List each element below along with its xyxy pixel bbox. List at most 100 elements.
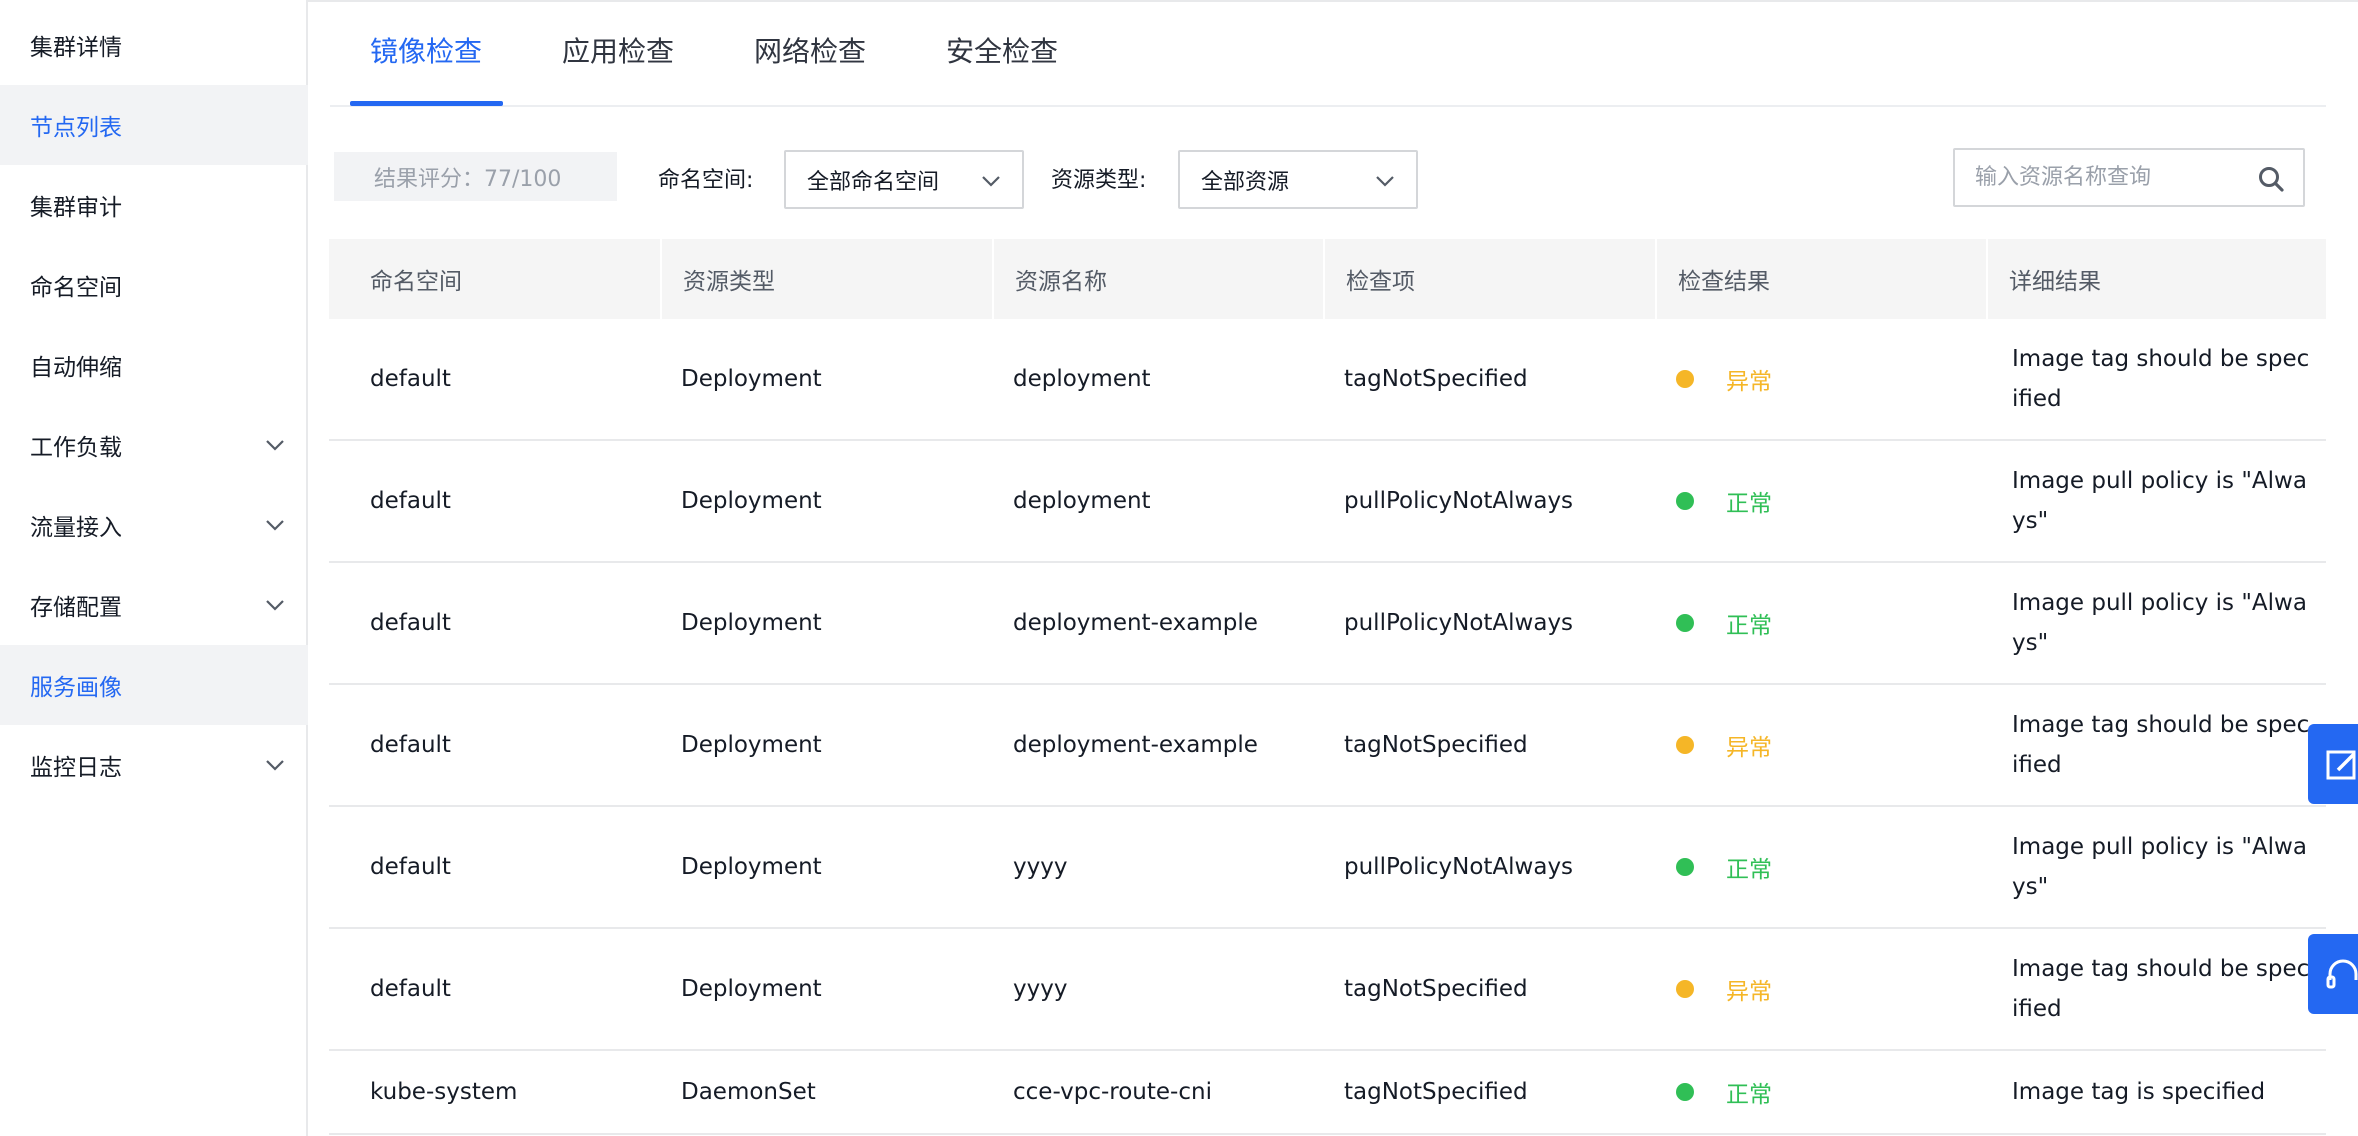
tab-image-check[interactable]: 镜像检查 bbox=[370, 30, 482, 70]
chevron-down-icon bbox=[264, 434, 286, 456]
table-row: default Deployment deployment tagNotSpecifi… bbox=[329, 319, 2326, 441]
namespace-select[interactable]: 全部命名空间 bbox=[784, 150, 1024, 209]
cell-detail: Image pull policy is "Always" bbox=[2012, 468, 2307, 534]
cell-check-result: 正常 bbox=[1676, 441, 1772, 561]
table-row: default Deployment yyyy pullPolicyNotAlways… bbox=[329, 807, 2326, 929]
chevron-down-icon bbox=[980, 170, 1002, 192]
cell-detail: Image tag should be specified bbox=[2012, 712, 2310, 778]
sidebar-item-label: 集群详情 bbox=[30, 35, 122, 61]
sidebar-item[interactable]: 存储配置 bbox=[0, 565, 308, 645]
cell-resource-name: deployment bbox=[1013, 366, 1151, 392]
feedback-button[interactable] bbox=[2308, 724, 2358, 804]
status-dot-icon bbox=[1676, 492, 1694, 510]
sidebar-item[interactable]: 命名空间 bbox=[0, 245, 308, 325]
status-dot-icon bbox=[1676, 370, 1694, 388]
check-tabs: 镜像检查 应用检查 网络检查 安全检查 bbox=[330, 0, 2326, 107]
sidebar-item-label: 监控日志 bbox=[30, 755, 122, 781]
cell-resource-type: Deployment bbox=[681, 610, 822, 636]
sidebar-item-label: 命名空间 bbox=[30, 275, 122, 301]
cell-check-result: 异常 bbox=[1676, 929, 1772, 1049]
status-badge: 异常 bbox=[1676, 972, 1772, 1006]
cell-resource-name: yyyy bbox=[1013, 976, 1068, 1002]
search-icon[interactable] bbox=[2257, 165, 2285, 193]
cell-resource-name: yyyy bbox=[1013, 854, 1068, 880]
status-text: 异常 bbox=[1726, 369, 1772, 395]
status-text: 正常 bbox=[1726, 613, 1772, 639]
cell-check-result: 异常 bbox=[1676, 319, 1772, 439]
sidebar-item[interactable]: 自动伸缩 bbox=[0, 325, 308, 405]
support-button[interactable] bbox=[2308, 934, 2358, 1014]
table-header: 命名空间 资源类型 资源名称 检查项 检查结果 详细结果 bbox=[329, 239, 2326, 319]
status-badge: 正常 bbox=[1676, 606, 1772, 640]
cell-resource-name: deployment bbox=[1013, 488, 1151, 514]
cell-detail: Image tag should be specified bbox=[2012, 956, 2310, 1022]
table-row: default Deployment deployment-example pullP… bbox=[329, 563, 2326, 685]
resource-search bbox=[1953, 148, 2305, 207]
status-badge: 正常 bbox=[1676, 1075, 1772, 1109]
cell-detail: Image tag is specified bbox=[2012, 1079, 2266, 1105]
active-tab-indicator bbox=[350, 101, 503, 106]
cell-namespace: default bbox=[370, 366, 451, 392]
cell-detail: Image tag should be specified bbox=[2012, 346, 2310, 412]
column-divider bbox=[1986, 239, 1988, 319]
column-header-check-item: 检查项 bbox=[1346, 269, 1415, 295]
resource-type-select[interactable]: 全部资源 bbox=[1178, 150, 1418, 209]
status-dot-icon bbox=[1676, 614, 1694, 632]
edit-icon bbox=[2326, 750, 2356, 780]
namespace-select-value: 全部命名空间 bbox=[807, 169, 940, 195]
status-dot-icon bbox=[1676, 858, 1694, 876]
sidebar-item-label: 存储配置 bbox=[30, 595, 122, 621]
cell-resource-type: Deployment bbox=[681, 732, 822, 758]
status-badge: 正常 bbox=[1676, 484, 1772, 518]
resource-type-filter-label: 资源类型: bbox=[1051, 168, 1147, 193]
cell-check-item: tagNotSpecified bbox=[1344, 1079, 1528, 1105]
resource-type-select-value: 全部资源 bbox=[1201, 169, 1290, 195]
cell-check-item: pullPolicyNotAlways bbox=[1344, 854, 1574, 880]
cell-resource-type: Deployment bbox=[681, 488, 822, 514]
table-row: kube-system DaemonSet cce-vpc-route-cni tag… bbox=[329, 1051, 2326, 1135]
cell-resource-type: Deployment bbox=[681, 854, 822, 880]
cell-check-item: tagNotSpecified bbox=[1344, 976, 1528, 1002]
cell-resource-name: deployment-example bbox=[1013, 732, 1258, 758]
cell-resource-name: deployment-example bbox=[1013, 610, 1258, 636]
cell-check-result: 正常 bbox=[1676, 563, 1772, 683]
chevron-down-icon bbox=[264, 754, 286, 776]
column-divider bbox=[660, 239, 662, 319]
cell-resource-type: DaemonSet bbox=[681, 1079, 816, 1105]
status-text: 正常 bbox=[1726, 857, 1772, 883]
sidebar-item-label: 节点列表 bbox=[30, 115, 122, 141]
status-text: 异常 bbox=[1726, 979, 1772, 1005]
sidebar-item[interactable]: 流量接入 bbox=[0, 485, 308, 565]
tab-network-check[interactable]: 网络检查 bbox=[754, 30, 866, 70]
sidebar-item[interactable]: 集群审计 bbox=[0, 165, 308, 245]
cell-namespace: kube-system bbox=[370, 1079, 518, 1105]
column-divider bbox=[1323, 239, 1325, 319]
score-badge: 结果评分：77/100 bbox=[334, 152, 617, 201]
sidebar-item[interactable]: 工作负载 bbox=[0, 405, 308, 485]
tab-security-check[interactable]: 安全检查 bbox=[946, 30, 1058, 70]
chevron-down-icon bbox=[264, 594, 286, 616]
sidebar-item-label: 流量接入 bbox=[30, 515, 122, 541]
sidebar-item[interactable]: 服务画像 bbox=[0, 645, 308, 725]
sidebar-item[interactable]: 节点列表 bbox=[0, 85, 308, 165]
status-badge: 异常 bbox=[1676, 362, 1772, 396]
cell-namespace: default bbox=[370, 610, 451, 636]
search-input[interactable] bbox=[1975, 152, 2255, 203]
cell-check-item: pullPolicyNotAlways bbox=[1344, 488, 1574, 514]
cell-namespace: default bbox=[370, 732, 451, 758]
sidebar: 集群详情节点列表集群审计命名空间自动伸缩 工作负载流量接入存储配置服务画像监控日志 bbox=[0, 0, 308, 1136]
column-header-resource-type: 资源类型 bbox=[683, 269, 775, 295]
sidebar-item[interactable]: 监控日志 bbox=[0, 725, 308, 805]
tab-app-check[interactable]: 应用检查 bbox=[562, 30, 674, 70]
status-badge: 正常 bbox=[1676, 850, 1772, 884]
table-row: default Deployment deployment pullPolicyNot… bbox=[329, 441, 2326, 563]
status-badge: 异常 bbox=[1676, 728, 1772, 762]
column-header-namespace: 命名空间 bbox=[370, 269, 462, 295]
cell-check-item: pullPolicyNotAlways bbox=[1344, 610, 1574, 636]
status-dot-icon bbox=[1676, 736, 1694, 754]
headset-icon bbox=[2326, 959, 2358, 989]
cell-check-result: 正常 bbox=[1676, 807, 1772, 927]
sidebar-item[interactable]: 集群详情 bbox=[0, 5, 308, 85]
cell-resource-type: Deployment bbox=[681, 976, 822, 1002]
status-text: 正常 bbox=[1726, 491, 1772, 517]
